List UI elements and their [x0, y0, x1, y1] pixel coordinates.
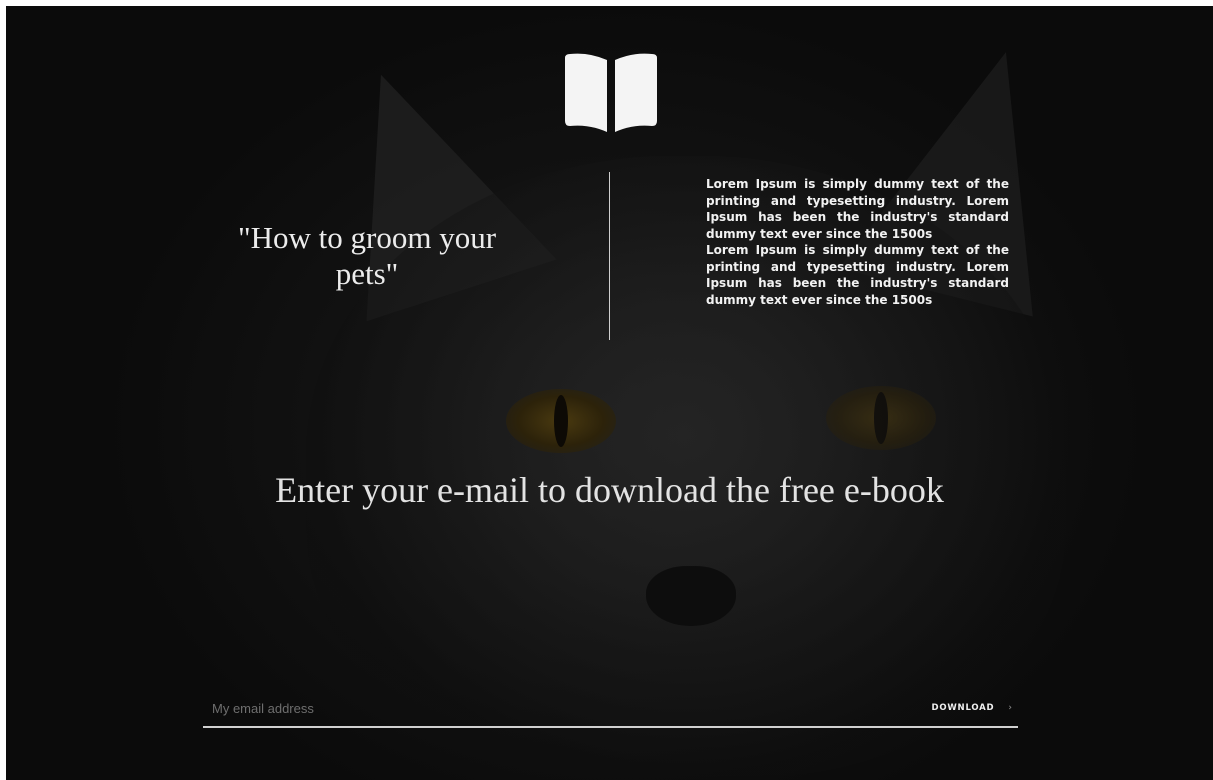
ebook-title: "How to groom your pets"	[237, 220, 497, 291]
cat-eye-left	[506, 389, 616, 453]
email-form: DOWNLOAD ›	[203, 694, 1018, 728]
vertical-divider	[609, 172, 610, 340]
email-input[interactable]	[203, 694, 852, 722]
description-paragraph: Lorem Ipsum is simply dummy text of the …	[706, 177, 1009, 241]
cta-headline: Enter your e-mail to download the free e…	[275, 470, 944, 510]
ebook-description: Lorem Ipsum is simply dummy text of the …	[706, 176, 1009, 308]
open-book-icon	[565, 53, 657, 132]
download-button-label: DOWNLOAD	[931, 703, 995, 713]
cat-eye-right	[826, 386, 936, 450]
hero-section: "How to groom your pets" Lorem Ipsum is …	[6, 6, 1213, 780]
cat-nose	[646, 566, 736, 626]
download-button[interactable]: DOWNLOAD ›	[931, 697, 1018, 719]
description-paragraph: Lorem Ipsum is simply dummy text of the …	[706, 243, 1009, 307]
chevron-right-icon: ›	[1008, 703, 1012, 713]
